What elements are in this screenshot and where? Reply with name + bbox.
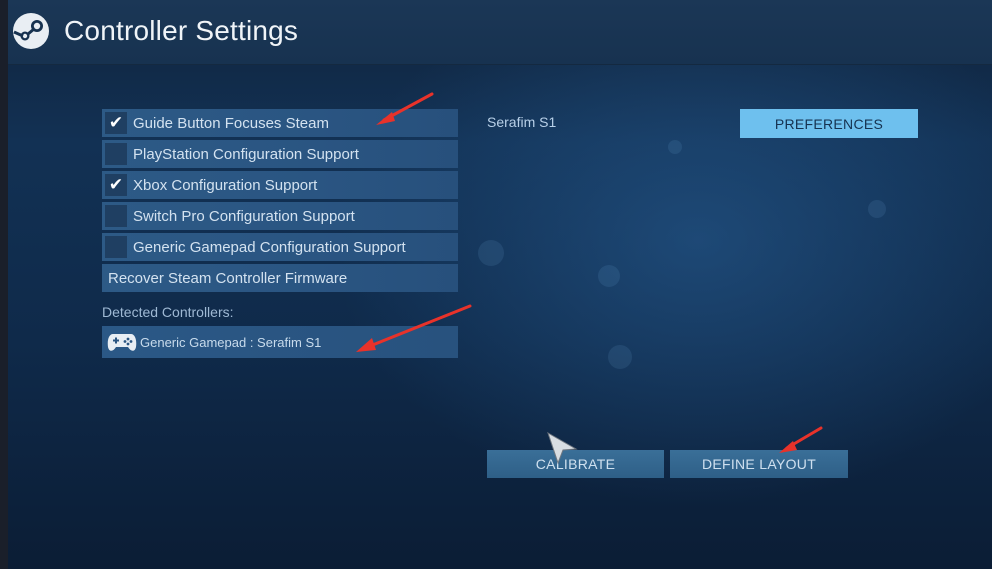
option-label: PlayStation Configuration Support xyxy=(133,145,359,163)
options-list: ✔ Guide Button Focuses Steam PlayStation… xyxy=(102,109,458,295)
detected-controller-item[interactable]: Generic Gamepad : Serafim S1 xyxy=(102,326,458,358)
checkbox-unchecked[interactable] xyxy=(105,236,127,258)
controller-settings-window: Controller Settings ✔ Guide Button Focus… xyxy=(8,0,992,569)
option-guide-button-focuses-steam[interactable]: ✔ Guide Button Focuses Steam xyxy=(102,109,458,137)
background-glow xyxy=(608,345,632,369)
checkbox-checked[interactable]: ✔ xyxy=(105,174,127,196)
window-edge xyxy=(0,0,8,569)
option-label: Switch Pro Configuration Support xyxy=(133,207,355,225)
checkbox-checked[interactable]: ✔ xyxy=(105,112,127,134)
controller-label: Generic Gamepad : Serafim S1 xyxy=(140,334,322,350)
background-glow xyxy=(668,140,682,154)
option-label: Generic Gamepad Configuration Support xyxy=(133,238,406,256)
checkbox-unchecked[interactable] xyxy=(105,205,127,227)
selected-controller-name: Serafim S1 xyxy=(487,114,557,130)
option-label: Xbox Configuration Support xyxy=(133,176,318,194)
recover-firmware-button[interactable]: Recover Steam Controller Firmware xyxy=(102,264,458,292)
background-glow xyxy=(868,200,886,218)
steam-logo-icon xyxy=(13,13,49,49)
option-label: Guide Button Focuses Steam xyxy=(133,114,329,132)
calibrate-button[interactable]: CALIBRATE xyxy=(487,450,664,478)
gamepad-icon xyxy=(107,334,137,351)
page-title: Controller Settings xyxy=(64,15,299,46)
option-label: Recover Steam Controller Firmware xyxy=(108,269,348,287)
title-bar: Controller Settings xyxy=(8,0,992,65)
option-switch-pro-configuration-support[interactable]: Switch Pro Configuration Support xyxy=(102,202,458,230)
option-generic-gamepad-configuration-support[interactable]: Generic Gamepad Configuration Support xyxy=(102,233,458,261)
detected-controllers-label: Detected Controllers: xyxy=(102,304,234,320)
background-glow xyxy=(478,240,504,266)
define-layout-button[interactable]: DEFINE LAYOUT xyxy=(670,450,848,478)
option-playstation-configuration-support[interactable]: PlayStation Configuration Support xyxy=(102,140,458,168)
preferences-button[interactable]: PREFERENCES xyxy=(740,109,918,138)
background-glow xyxy=(598,265,620,287)
checkbox-unchecked[interactable] xyxy=(105,143,127,165)
option-xbox-configuration-support[interactable]: ✔ Xbox Configuration Support xyxy=(102,171,458,199)
